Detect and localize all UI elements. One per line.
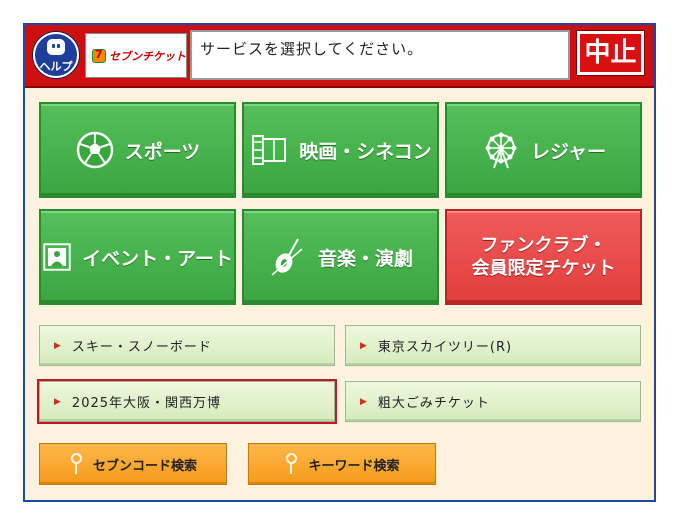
bulky-waste-label: 粗大ごみチケット [377, 396, 490, 411]
kiosk-frame: ヘルプ セブンチケット サービスを選択してください。 中止 スポーツ [23, 23, 656, 502]
tile-movies-label: 映画・シネコン [299, 140, 432, 163]
help-button[interactable]: ヘルプ [33, 32, 79, 78]
tile-events-art[interactable]: イベント・アート [39, 209, 236, 305]
tile-leisure[interactable]: レジャー [445, 102, 642, 198]
keyword-search-label: キーワード検索 [308, 458, 400, 474]
keyword-search-button[interactable]: キーワード検索 [248, 443, 436, 485]
ski-snowboard-label: スキー・スノーボード [71, 340, 212, 355]
tile-fanclub-label-line2: 会員限定チケット [471, 258, 616, 279]
seven-code-search-button[interactable]: セブンコード検索 [39, 443, 227, 485]
tokyo-skytree-label: 東京スカイツリー(R) [377, 340, 513, 355]
arrow-right-icon: ▶ [54, 340, 62, 351]
help-label: ヘルプ [39, 60, 73, 73]
bulky-waste-button[interactable]: ▶ 粗大ごみチケット [345, 381, 641, 422]
logo-text: セブンチケット [109, 50, 186, 63]
ski-snowboard-button[interactable]: ▶ スキー・スノーボード [39, 325, 335, 366]
seven-ticket-logo: セブンチケット [85, 33, 187, 78]
expo-2025-button[interactable]: ▶ 2025年大阪・関西万博 [39, 381, 335, 422]
seven-eleven-mark-icon [92, 48, 106, 63]
arrow-right-icon: ▶ [360, 340, 368, 351]
portrait-frame-icon [43, 243, 71, 271]
tile-fanclub[interactable]: ファンクラブ・ 会員限定チケット [445, 209, 642, 305]
header-bar: ヘルプ セブンチケット サービスを選択してください。 中止 [25, 25, 654, 88]
seven-code-search-label: セブンコード検索 [92, 458, 197, 474]
tokyo-skytree-button[interactable]: ▶ 東京スカイツリー(R) [345, 325, 641, 366]
arrow-right-icon: ▶ [360, 396, 368, 407]
search-key-icon [69, 453, 85, 475]
arrow-right-icon: ▶ [54, 396, 62, 407]
instruction-message: サービスを選択してください。 [190, 30, 570, 80]
tile-events-art-label: イベント・アート [82, 247, 233, 270]
violin-icon [271, 238, 303, 276]
tile-sports[interactable]: スポーツ [39, 102, 236, 198]
tile-leisure-label: レジャー [530, 140, 607, 163]
tile-sports-label: スポーツ [124, 140, 201, 163]
tile-movies[interactable]: 映画・シネコン [242, 102, 439, 198]
tile-music-theater-label: 音楽・演劇 [317, 247, 413, 270]
tile-fanclub-label-line1: ファンクラブ・ [480, 235, 607, 256]
soccer-ball-icon [76, 131, 113, 169]
help-face-icon [47, 39, 65, 55]
ferris-wheel-icon [485, 132, 517, 169]
stop-button[interactable]: 中止 [577, 31, 644, 75]
tile-music-theater[interactable]: 音楽・演劇 [242, 209, 439, 305]
film-strip-icon [252, 135, 287, 165]
search-key-icon [284, 453, 300, 475]
expo-2025-label: 2025年大阪・関西万博 [71, 396, 222, 411]
tile-fanclub-label: ファンクラブ・ 会員限定チケット [472, 234, 616, 280]
